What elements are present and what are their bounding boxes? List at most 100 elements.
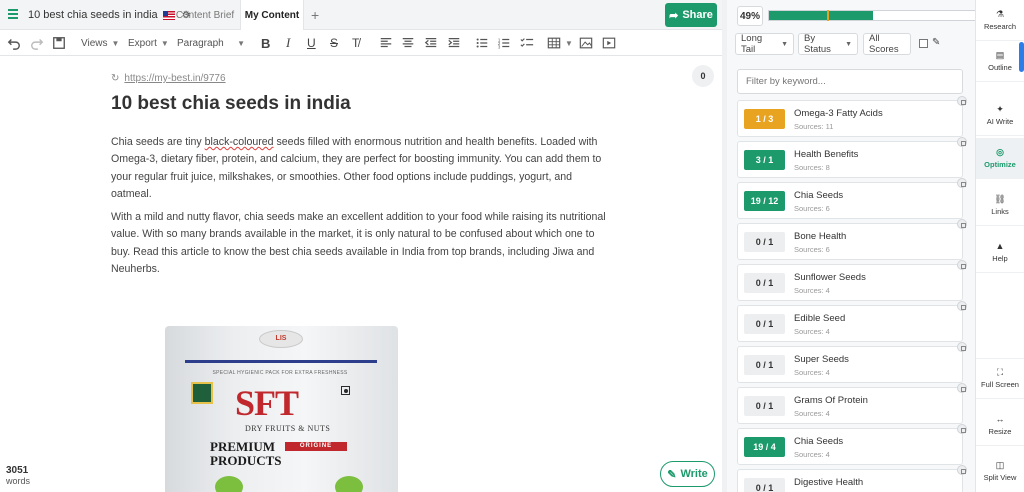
nav-research-label: Research bbox=[983, 21, 1017, 31]
product-image[interactable]: LIS SPECIAL HYGIENIC PACK FOR EXTRA FRES… bbox=[165, 326, 398, 492]
nav-ai-write-label: AI Write bbox=[986, 116, 1014, 126]
premium-text: PREMIUM bbox=[210, 439, 275, 454]
editor-canvas[interactable]: ↻ https://my-best.in/9776 0 10 best chia… bbox=[0, 56, 722, 492]
keyword-name: Chia Seeds bbox=[794, 190, 844, 201]
status-dropdown[interactable]: By Status ▼ bbox=[798, 33, 858, 55]
nav-ai-write[interactable]: ✦ AI Write bbox=[976, 95, 1024, 136]
chevron-down-icon: ▼ bbox=[781, 40, 788, 48]
link-icon: ⛓ bbox=[994, 193, 1006, 204]
copy-icon[interactable] bbox=[957, 424, 967, 434]
clear-format-icon[interactable]: T̸ bbox=[352, 30, 359, 56]
copy-icon[interactable] bbox=[957, 342, 967, 352]
keyword-name: Sunflower Seeds bbox=[794, 272, 866, 283]
paragraph-1[interactable]: Chia seeds are tiny black-coloured seeds… bbox=[111, 134, 611, 204]
paragraph-label: Paragraph bbox=[177, 37, 224, 49]
copy-icon[interactable] bbox=[957, 96, 967, 106]
copy-icon[interactable] bbox=[957, 301, 967, 311]
list-item[interactable]: 0 / 1 Edible Seed Sources: 4 bbox=[737, 301, 967, 342]
paragraph-1-text-a: Chia seeds are tiny bbox=[111, 136, 205, 148]
redo-icon[interactable] bbox=[30, 30, 44, 56]
comment-count-badge[interactable]: 0 bbox=[692, 65, 714, 87]
list-item[interactable]: 0 / 1 Bone Health Sources: 6 bbox=[737, 219, 967, 260]
align-left-icon[interactable] bbox=[379, 30, 393, 56]
keyword-sources: Sources: 4 bbox=[794, 450, 830, 459]
copy-icon[interactable] bbox=[957, 465, 967, 475]
paragraph-2[interactable]: With a mild and nutty flavor, chia seeds… bbox=[111, 209, 611, 279]
list-item[interactable]: 1 / 3 Omega-3 Fatty Acids Sources: 11 bbox=[737, 96, 967, 137]
word-count-label: words bbox=[6, 476, 31, 486]
nav-links[interactable]: ⛓ Links bbox=[976, 185, 1024, 226]
list-item[interactable]: 19 / 4 Chia Seeds Sources: 4 bbox=[737, 424, 967, 465]
export-dropdown[interactable]: Export ▼ bbox=[128, 30, 169, 56]
chevron-down-icon: ▼ bbox=[111, 38, 120, 48]
all-scores-button[interactable]: All Scores bbox=[863, 33, 911, 55]
outdent-icon[interactable] bbox=[424, 30, 438, 56]
nav-links-label: Links bbox=[991, 206, 1009, 216]
chevron-down-icon: ▼ bbox=[565, 38, 573, 48]
leaf-icon bbox=[335, 476, 363, 492]
list-item[interactable]: 0 / 1 Super Seeds Sources: 4 bbox=[737, 342, 967, 383]
panel-scrollbar[interactable] bbox=[1019, 42, 1024, 72]
views-dropdown[interactable]: Views ▼ bbox=[81, 30, 119, 56]
ai-write-button[interactable]: ✎ Write bbox=[660, 461, 715, 487]
strikethrough-icon[interactable]: S bbox=[330, 30, 338, 56]
nav-full-screen-label: Full Screen bbox=[981, 380, 1019, 389]
refresh-icon[interactable]: ↻ bbox=[111, 73, 119, 84]
document-tab[interactable]: 10 best chia seeds in india ⚙ bbox=[28, 0, 191, 30]
keyword-filter-input[interactable] bbox=[737, 69, 963, 94]
copy-icon[interactable] bbox=[957, 383, 967, 393]
document-heading[interactable]: 10 best chia seeds in india bbox=[111, 93, 351, 115]
keyword-usage-badge: 3 / 1 bbox=[744, 150, 785, 170]
share-button[interactable]: ➦ Share bbox=[665, 3, 717, 27]
nav-full-screen[interactable]: ⛶ Full Screen bbox=[976, 358, 1024, 399]
save-icon[interactable] bbox=[52, 30, 66, 56]
undo-icon[interactable] bbox=[7, 30, 21, 56]
nav-optimize[interactable]: ◎ Optimize bbox=[976, 138, 1024, 179]
spellcheck-word[interactable]: black-coloured bbox=[205, 136, 274, 148]
paragraph-style-dropdown[interactable]: Paragraph ▼ bbox=[177, 30, 245, 56]
list-item[interactable]: 3 / 1 Health Benefits Sources: 8 bbox=[737, 137, 967, 178]
pen-icon[interactable]: ✎ bbox=[932, 37, 940, 48]
source-url: ↻ https://my-best.in/9776 bbox=[111, 73, 226, 84]
nav-outline[interactable]: ▤ Outline bbox=[976, 41, 1024, 82]
filter-checkbox[interactable] bbox=[919, 39, 928, 48]
nav-resize-label: Resize bbox=[988, 426, 1012, 436]
keyword-usage-badge: 0 / 1 bbox=[744, 478, 785, 492]
word-count-value: 3051 bbox=[6, 465, 29, 476]
nav-help[interactable]: ▲ Help bbox=[976, 232, 1024, 273]
keyword-name: Omega-3 Fatty Acids bbox=[794, 108, 883, 119]
italic-icon[interactable]: I bbox=[286, 30, 290, 56]
align-center-icon[interactable] bbox=[401, 30, 415, 56]
indent-icon[interactable] bbox=[447, 30, 461, 56]
nav-resize[interactable]: ↔ Resize bbox=[976, 405, 1024, 446]
underline-icon[interactable]: U bbox=[307, 30, 316, 56]
magic-wand-icon: ✎ bbox=[667, 468, 677, 481]
keyword-sources: Sources: 4 bbox=[794, 368, 830, 377]
video-icon[interactable] bbox=[602, 30, 616, 56]
list-item[interactable]: 0 / 1 Sunflower Seeds Sources: 4 bbox=[737, 260, 967, 301]
copy-icon[interactable] bbox=[957, 178, 967, 188]
keyword-type-dropdown[interactable]: Long Tail ▼ bbox=[735, 33, 794, 55]
copy-icon[interactable] bbox=[957, 260, 967, 270]
copy-icon[interactable] bbox=[957, 137, 967, 147]
list-item[interactable]: 0 / 1 Digestive Health bbox=[737, 465, 967, 492]
menu-icon[interactable] bbox=[8, 9, 18, 19]
image-icon[interactable] bbox=[579, 30, 593, 56]
product-brand: SFT bbox=[235, 383, 299, 423]
list-item[interactable]: 0 / 1 Grams Of Protein Sources: 4 bbox=[737, 383, 967, 424]
source-url-link[interactable]: https://my-best.in/9776 bbox=[124, 73, 225, 84]
nav-split-view[interactable]: ◫ Split View bbox=[976, 451, 1024, 492]
nav-research[interactable]: ⚗ Research bbox=[976, 0, 1024, 41]
tab-content-brief[interactable]: Content Brief bbox=[170, 0, 240, 30]
pack-stripe bbox=[185, 360, 377, 363]
copy-icon[interactable] bbox=[957, 219, 967, 229]
content-score: 49% bbox=[737, 6, 763, 26]
numbered-list-icon[interactable]: 123 bbox=[497, 30, 511, 56]
list-item[interactable]: 19 / 12 Chia Seeds Sources: 6 bbox=[737, 178, 967, 219]
checklist-icon[interactable] bbox=[520, 30, 534, 56]
tab-my-content[interactable]: My Content bbox=[240, 0, 304, 31]
table-icon[interactable]: ▼ bbox=[547, 30, 573, 56]
bullet-list-icon[interactable] bbox=[475, 30, 489, 56]
add-tab-button[interactable]: + bbox=[311, 7, 319, 23]
bold-icon[interactable]: B bbox=[261, 30, 270, 56]
